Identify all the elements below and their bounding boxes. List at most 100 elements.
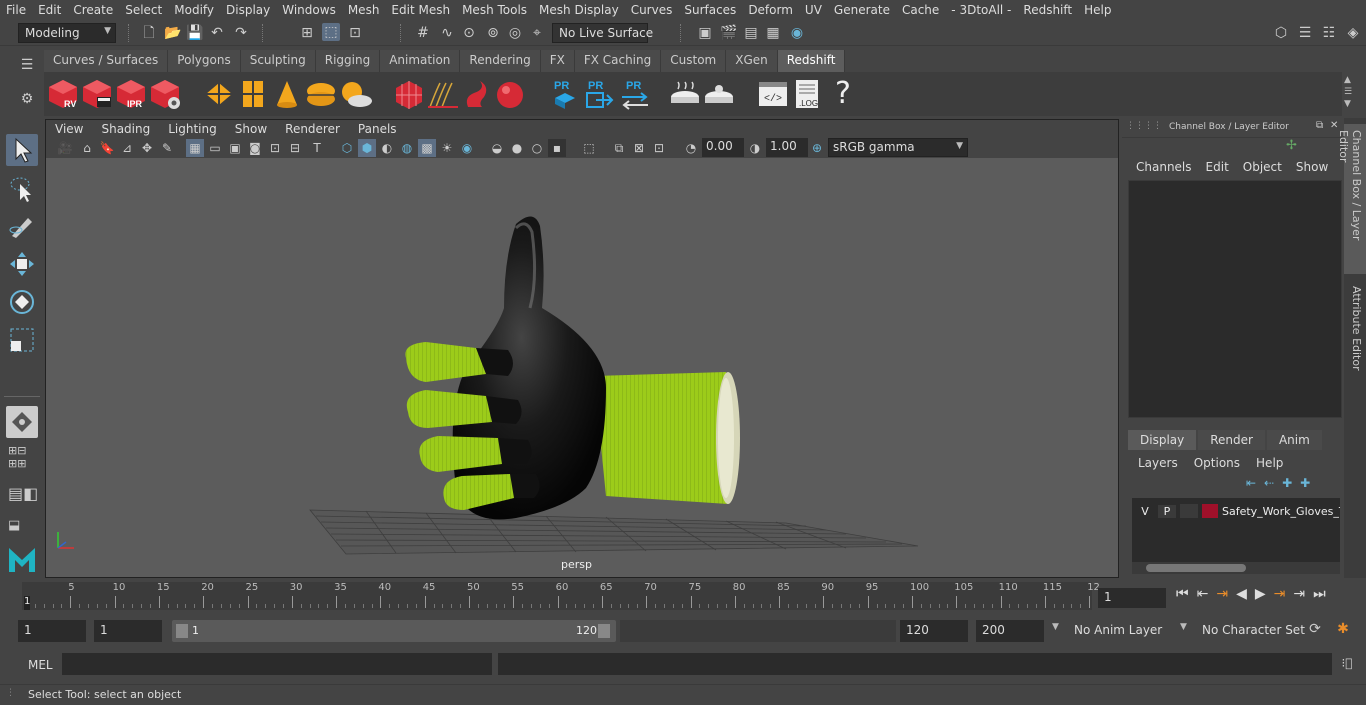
range-handle-end[interactable] bbox=[598, 624, 610, 638]
go-to-end-icon[interactable]: ⏭ bbox=[1313, 586, 1326, 602]
viewport-menu-lighting[interactable]: Lighting bbox=[159, 122, 226, 136]
shelf-tab-polygons[interactable]: Polygons bbox=[168, 50, 241, 72]
redshift-proxy-icon[interactable] bbox=[392, 77, 426, 111]
redshift-dome-light-icon[interactable] bbox=[304, 77, 338, 111]
layer-row[interactable]: V P Safety_Work_Gloves_T bbox=[1132, 502, 1340, 520]
step-forward-key-icon[interactable]: ⇥ bbox=[1293, 586, 1305, 602]
redshift-sun-sky-icon[interactable] bbox=[338, 77, 372, 111]
ambient-occlusion-icon[interactable]: ◉ bbox=[458, 139, 476, 157]
motion-blur-icon[interactable]: ◒ bbox=[488, 139, 506, 157]
redshift-light-panel-icon[interactable] bbox=[236, 77, 270, 111]
menu-display[interactable]: Display bbox=[220, 3, 276, 17]
mel-label[interactable]: MEL bbox=[28, 658, 53, 672]
undo-icon[interactable]: ↶ bbox=[208, 24, 226, 42]
soft-select-icon[interactable] bbox=[6, 406, 38, 438]
redshift-help-icon[interactable]: ? bbox=[828, 76, 858, 112]
menu-deform[interactable]: Deform bbox=[742, 3, 799, 17]
color-management-icon[interactable]: ⊕ bbox=[808, 139, 826, 157]
menu-3dtoall[interactable]: - 3DtoAll - bbox=[945, 3, 1017, 17]
resolution-gate-icon[interactable]: ▣ bbox=[226, 139, 244, 157]
redshift-volume-icon[interactable] bbox=[460, 77, 494, 111]
xray-joints-icon[interactable]: ⧉ bbox=[610, 139, 628, 157]
layer-visibility-toggle[interactable]: V bbox=[1136, 505, 1154, 518]
play-backward-icon[interactable]: ◀ bbox=[1236, 586, 1247, 602]
redshift-script-editor-icon[interactable]: </> bbox=[756, 77, 790, 111]
xray-active-icon[interactable]: ⊠ bbox=[630, 139, 648, 157]
lock-camera-icon[interactable]: ⌂ bbox=[78, 139, 96, 157]
move-tool-icon[interactable] bbox=[6, 248, 38, 280]
new-scene-icon[interactable]: 🗋 bbox=[140, 24, 158, 42]
layer-name[interactable]: Safety_Work_Gloves_T bbox=[1222, 505, 1340, 518]
menu-cache[interactable]: Cache bbox=[896, 3, 945, 17]
layer-menu-layers[interactable]: Layers bbox=[1134, 456, 1190, 470]
isolate-select-icon[interactable]: ▪ bbox=[548, 139, 566, 157]
menu-file[interactable]: File bbox=[0, 3, 32, 17]
channel-box-menu-object[interactable]: Object bbox=[1237, 160, 1290, 174]
shelf-tab-redshift[interactable]: Redshift bbox=[777, 50, 846, 72]
tool-settings-toggle-icon[interactable]: ☷ bbox=[1320, 24, 1338, 42]
redshift-bake-icon[interactable] bbox=[668, 77, 702, 111]
menu-uv[interactable]: UV bbox=[799, 3, 828, 17]
menu-select[interactable]: Select bbox=[119, 3, 168, 17]
playback-end-field[interactable]: 120 bbox=[900, 620, 968, 642]
rotate-tool-icon[interactable] bbox=[6, 286, 38, 318]
menu-help[interactable]: Help bbox=[1078, 3, 1117, 17]
range-slider[interactable]: 1 120 bbox=[172, 620, 616, 642]
float-panel-icon[interactable]: ⧉ bbox=[1316, 120, 1323, 131]
shelf-tab-curves-surfaces[interactable]: Curves / Surfaces bbox=[44, 50, 169, 72]
channel-box-sync-icon[interactable]: ✢ bbox=[1286, 138, 1297, 153]
shelf-tab-animation[interactable]: Animation bbox=[380, 50, 461, 72]
exposure-field[interactable]: 0.00 bbox=[702, 138, 744, 157]
render-frame-icon[interactable]: 🎬 bbox=[720, 24, 738, 42]
tab-channel-box[interactable]: Channel Box / Layer Editor bbox=[1337, 124, 1366, 274]
grease-pencil-icon[interactable]: ✎ bbox=[158, 139, 176, 157]
gate-mask-icon[interactable]: ◙ bbox=[246, 139, 264, 157]
animation-start-field[interactable]: 1 bbox=[18, 620, 86, 642]
time-ruler[interactable]: 5 10 15 20 25 30 35 40 45 50 55 60 65 70 75 80 85 90 95 100… bbox=[22, 582, 1100, 610]
shelf-menu-icon[interactable]: ☰ bbox=[18, 56, 36, 74]
snap-curve-icon[interactable]: ∿ bbox=[438, 24, 456, 42]
channel-box-menu-show[interactable]: Show bbox=[1290, 160, 1336, 174]
character-set-dropdown[interactable]: ▼ No Character Set bbox=[1178, 620, 1305, 642]
redshift-hair-icon[interactable] bbox=[426, 77, 460, 111]
live-surface-field[interactable]: No Live Surface bbox=[552, 23, 653, 43]
drag-handle-icon[interactable]: ⋮⋮⋮⋮ bbox=[1126, 121, 1162, 131]
viewport-menu-renderer[interactable]: Renderer bbox=[276, 122, 349, 136]
ipr-render-icon[interactable]: ▤ bbox=[742, 24, 760, 42]
paint-select-tool-icon[interactable] bbox=[6, 210, 38, 242]
tab-attribute-editor[interactable]: Attribute Editor bbox=[1344, 280, 1366, 380]
hud-icon[interactable]: ⊡ bbox=[650, 139, 668, 157]
auto-key-icon[interactable]: ⟳ bbox=[1306, 620, 1324, 638]
open-scene-icon[interactable]: 📂 bbox=[164, 24, 182, 42]
wireframe-icon[interactable]: ⬡ bbox=[338, 139, 356, 157]
layer-tab-render[interactable]: Render bbox=[1198, 430, 1265, 450]
exposure-icon[interactable]: ◔ bbox=[682, 139, 700, 157]
save-scene-icon[interactable]: 💾 bbox=[186, 24, 204, 42]
select-tool-icon[interactable] bbox=[6, 134, 38, 166]
menu-modify[interactable]: Modify bbox=[168, 3, 220, 17]
gamma-icon[interactable]: ◑ bbox=[746, 139, 764, 157]
menu-edit-mesh[interactable]: Edit Mesh bbox=[385, 3, 456, 17]
gamma-field[interactable]: 1.00 bbox=[766, 138, 808, 157]
shelf-tab-rendering[interactable]: Rendering bbox=[460, 50, 541, 72]
shelf-tab-xgen[interactable]: XGen bbox=[726, 50, 778, 72]
shelf-settings-gear-icon[interactable]: ⚙ bbox=[18, 90, 36, 108]
viewport-menu-panels[interactable]: Panels bbox=[349, 122, 406, 136]
range-slider-track[interactable] bbox=[620, 620, 896, 642]
depth-of-field-icon[interactable]: ○ bbox=[528, 139, 546, 157]
menu-windows[interactable]: Windows bbox=[276, 3, 342, 17]
select-object-icon[interactable]: ⬚ bbox=[322, 23, 340, 41]
go-to-start-icon[interactable]: ⏮ bbox=[1176, 586, 1189, 602]
menu-edit[interactable]: Edit bbox=[32, 3, 67, 17]
step-back-key-icon[interactable]: ⇤ bbox=[1197, 586, 1209, 602]
use-all-lights-icon[interactable]: ▩ bbox=[418, 139, 436, 157]
menu-surfaces[interactable]: Surfaces bbox=[678, 3, 742, 17]
shelf-tab-custom[interactable]: Custom bbox=[661, 50, 727, 72]
anim-layer-dropdown[interactable]: ▼ No Anim Layer bbox=[1050, 620, 1174, 642]
shelf-tab-fx[interactable]: FX bbox=[540, 50, 575, 72]
redshift-ipr-icon[interactable]: IPR bbox=[114, 77, 148, 111]
textured-icon[interactable]: ◍ bbox=[398, 139, 416, 157]
bookmark-icon[interactable]: 🔖 bbox=[98, 139, 116, 157]
step-forward-frame-icon[interactable]: ⇥ bbox=[1274, 586, 1286, 602]
channel-box-menu-channels[interactable]: Channels bbox=[1130, 160, 1200, 174]
